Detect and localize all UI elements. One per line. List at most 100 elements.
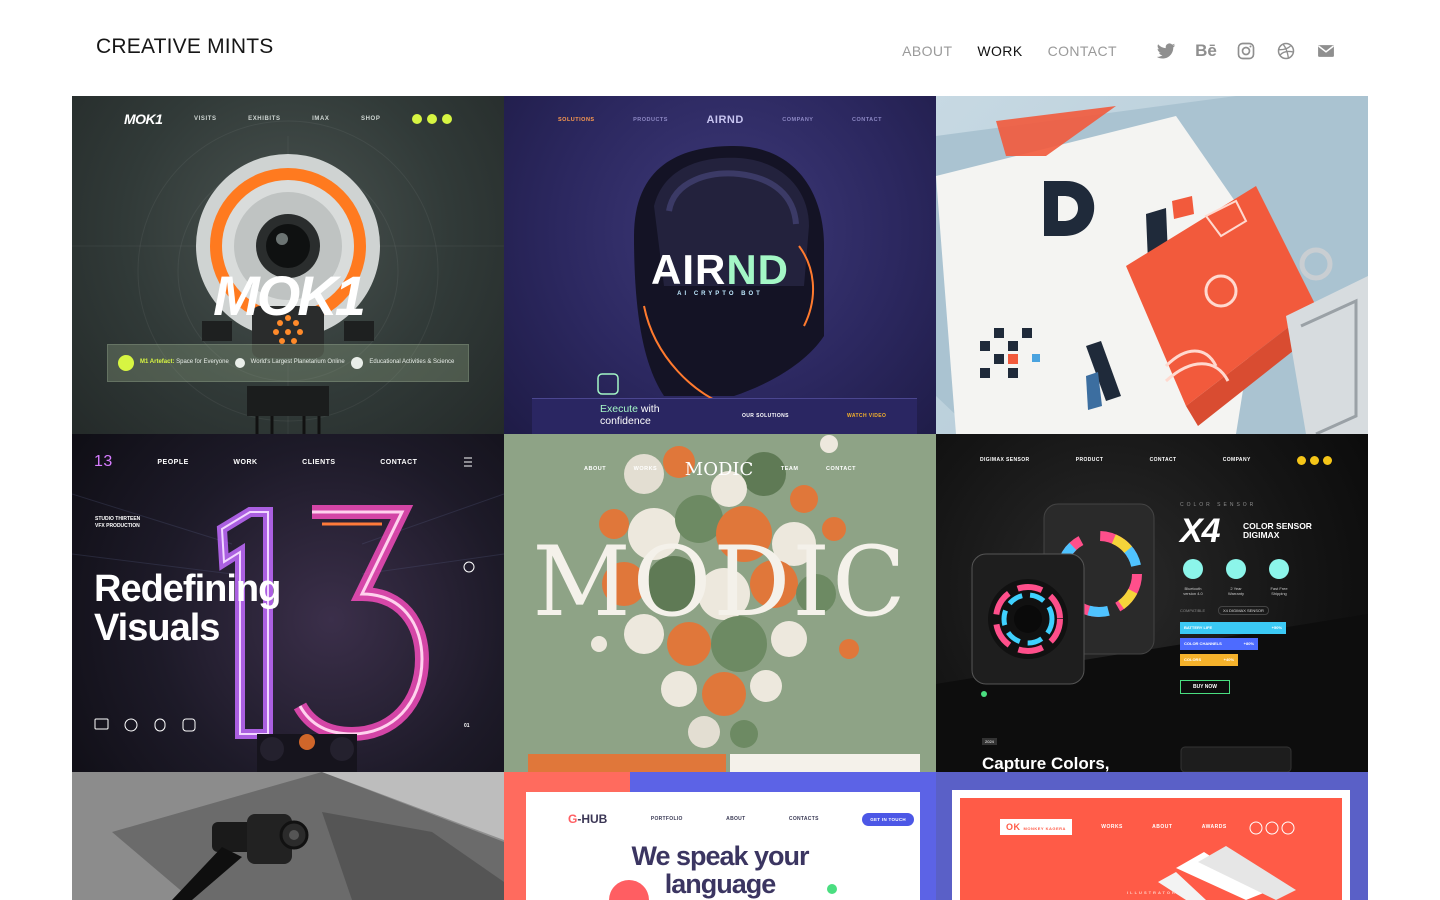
airnd-nav: SOLUTIONS PRODUCTS AIRND COMPANY CONTACT	[558, 114, 882, 126]
behance-icon[interactable]: Bē	[1195, 41, 1217, 61]
studio13-headline: Redefining Visuals	[94, 570, 281, 648]
digimax-product-name: COLOR SENSOR DIGIMAX	[1243, 521, 1312, 541]
mok1-nav-imax: IMAX	[312, 116, 330, 122]
airnd-tagline-line2: confidence	[600, 414, 651, 427]
g-hub-headline-1: We speak your	[631, 841, 809, 871]
g-hub-logo-g: G	[568, 812, 578, 826]
main-nav: ABOUT WORK CONTACT Bē	[902, 40, 1336, 62]
instagram-icon[interactable]	[1236, 41, 1256, 61]
mok1-nav: MOK1 VISITS EXHIBITS IMAX SHOP	[124, 111, 452, 127]
airnd-tagline-accent: Execute	[600, 403, 638, 415]
project-tile-airnd[interactable]: SOLUTIONS PRODUCTS AIRND COMPANY CONTACT…	[504, 96, 936, 434]
mok1-feature-2-text: World's Largest Planetarium Online	[250, 359, 345, 366]
digimax-eyebrow: COLOR SENSOR	[1180, 502, 1257, 508]
g-hub-cta-button: GET IN TOUCH	[862, 812, 914, 826]
modic-nav-logo: MODIC	[684, 458, 754, 480]
mail-icon[interactable]	[1316, 41, 1336, 61]
mok1-feature-3: Educational Activities & Science	[351, 357, 468, 369]
mok1-title: MOK1	[213, 264, 366, 327]
project-tile-g-hub[interactable]: G-HUB PORTFOLIO ABOUT CONTACTS GET IN TO…	[504, 772, 936, 900]
airnd-tagline: Execute with confidence	[600, 403, 660, 427]
digimax-feature-2: 2 Year Warranty	[1227, 586, 1245, 596]
studio13-label-line2: VFX PRODUCTION	[95, 522, 140, 529]
ok-studio-logo-small: MONKEY KAGERA	[1023, 826, 1066, 831]
digimax-stat-label: BATTERY LIFE	[1184, 625, 1213, 630]
digimax-year-badge: 2024	[982, 738, 997, 745]
digimax-nav-icons	[1296, 455, 1332, 465]
studio13-nav-logo: 13	[94, 453, 113, 470]
digimax-nav-logo: DIGIMAX SENSOR	[980, 457, 1030, 463]
airnd-nav-products: PRODUCTS	[633, 117, 668, 123]
project-tile-digimax[interactable]: DIGIMAX SENSOR PRODUCT CONTACT COMPANY C…	[936, 434, 1368, 772]
studio13-page-number: 01	[464, 723, 470, 729]
lime-dot-icon	[441, 114, 452, 124]
airnd-solutions-button: OUR SOLUTIONS	[742, 413, 789, 419]
mok1-nav-visits: VISITS	[193, 116, 217, 122]
nav-link-work[interactable]: WORK	[977, 43, 1022, 59]
g-hub-headline-2: language	[664, 869, 777, 900]
modic-title: MODIC	[532, 526, 908, 638]
g-hub-logo-rest: -HUB	[577, 812, 608, 826]
modic-nav: ABOUT WORKS MODIC TEAM CONTACT	[584, 459, 856, 480]
modic-nav-works: WORKS	[633, 466, 658, 472]
g-hub-nav-contacts: CONTACTS	[788, 816, 819, 822]
g-hub-nav-about: ABOUT	[726, 816, 746, 822]
project-tile-binder[interactable]	[72, 772, 504, 900]
studio13-nav-contact: CONTACT	[380, 458, 418, 466]
site-header: CREATIVE MINTS ABOUT WORK CONTACT Bē	[0, 0, 1440, 96]
airnd-title-b: ND	[726, 246, 789, 293]
digimax-buy-button: BUY NOW	[1180, 680, 1230, 694]
lime-dot-icon	[411, 114, 422, 124]
ok-studio-nav: OK MONKEY KAGERA WORKS ABOUT AWARDS	[1000, 819, 1306, 835]
airnd-tagline-rest: with	[640, 403, 660, 415]
digimax-nav-company: COMPANY	[1222, 457, 1251, 463]
g-hub-headline: We speak your language	[504, 842, 936, 899]
nav-link-about[interactable]: ABOUT	[902, 43, 952, 59]
planet-icon	[234, 358, 245, 368]
social-dot-icon	[1296, 455, 1306, 465]
project-tile-studio-13[interactable]: 13 PEOPLE WORK CLIENTS CONTACT STUDIO TH…	[72, 434, 504, 772]
project-tile-modic[interactable]: ABOUT WORKS MODIC TEAM CONTACT MODIC	[504, 434, 936, 772]
g-hub-nav-portfolio: PORTFOLIO	[650, 816, 683, 822]
brand-book-illustration	[936, 96, 1368, 434]
digimax-stat-value: +40%	[1223, 657, 1234, 662]
studio13-nav-clients: CLIENTS	[302, 458, 336, 466]
digimax-stat-label: COLOR CHANNELS	[1184, 641, 1222, 646]
ok-studio-caption: ILLUSTRATOR	[1127, 890, 1177, 895]
brand-logo[interactable]: CREATIVE MINTS	[96, 35, 273, 59]
mok1-nav-icons	[411, 114, 452, 124]
digimax-nav-product: PRODUCT	[1075, 457, 1104, 463]
digimax-feature-3: Fast Free Shipping	[1270, 586, 1288, 596]
project-tile-mok1[interactable]: MOK1 VISITS EXHIBITS IMAX SHOP MOK1 M1 A…	[72, 96, 504, 434]
project-tile-ok-studio[interactable]: OK MONKEY KAGERA WORKS ABOUT AWARDS ILLUS…	[936, 772, 1368, 900]
digimax-compat-value: X4 DIGIMAX SENSOR	[1218, 606, 1269, 615]
airnd-nav-logo: AIRND	[706, 114, 744, 126]
mok1-feature-1-body: Space for Everyone	[176, 359, 229, 366]
modic-nav-about: ABOUT	[584, 466, 607, 472]
dribbble-icon[interactable]	[1276, 41, 1296, 61]
ok-studio-nav-works: WORKS	[1101, 824, 1123, 830]
ok-studio-frame	[936, 772, 1368, 900]
portfolio-grid: MOK1 VISITS EXHIBITS IMAX SHOP MOK1 M1 A…	[72, 96, 1368, 900]
mok1-feature-1: M1 Artefact: Space for Everyone	[118, 355, 235, 371]
digimax-stat-value: +50%	[1271, 625, 1282, 630]
digimax-headline: Capture Colors,	[982, 754, 1110, 772]
ok-studio-logo-text: OK	[1006, 822, 1021, 832]
modic-nav-team: TEAM	[780, 466, 799, 472]
project-tile-brand-book[interactable]	[936, 96, 1368, 434]
ok-studio-nav-awards: AWARDS	[1201, 824, 1227, 830]
nav-link-contact[interactable]: CONTACT	[1048, 43, 1117, 59]
mok1-feature-3-text: Educational Activities & Science	[369, 359, 455, 366]
mok1-nav-exhibits: EXHIBITS	[248, 116, 281, 122]
twitter-icon[interactable]	[1156, 41, 1176, 61]
rocket-icon	[118, 355, 134, 371]
studio13-nav-people: PEOPLE	[157, 458, 189, 466]
studio13-label: STUDIO THIRTEEN VFX PRODUCTION	[95, 516, 140, 529]
digimax-stat-bar: BATTERY LIFE +50%	[1180, 622, 1286, 634]
digimax-feature-1: Bluetooth version 4.0	[1183, 586, 1203, 596]
digimax-stat-bar: COLOR CHANNELS +80%	[1180, 638, 1258, 650]
digimax-nav: DIGIMAX SENSOR PRODUCT CONTACT COMPANY	[980, 454, 1332, 466]
digimax-nav-contact: CONTACT	[1149, 457, 1177, 463]
digimax-model: X4	[1180, 512, 1221, 550]
studio13-nav-work: WORK	[233, 458, 258, 466]
